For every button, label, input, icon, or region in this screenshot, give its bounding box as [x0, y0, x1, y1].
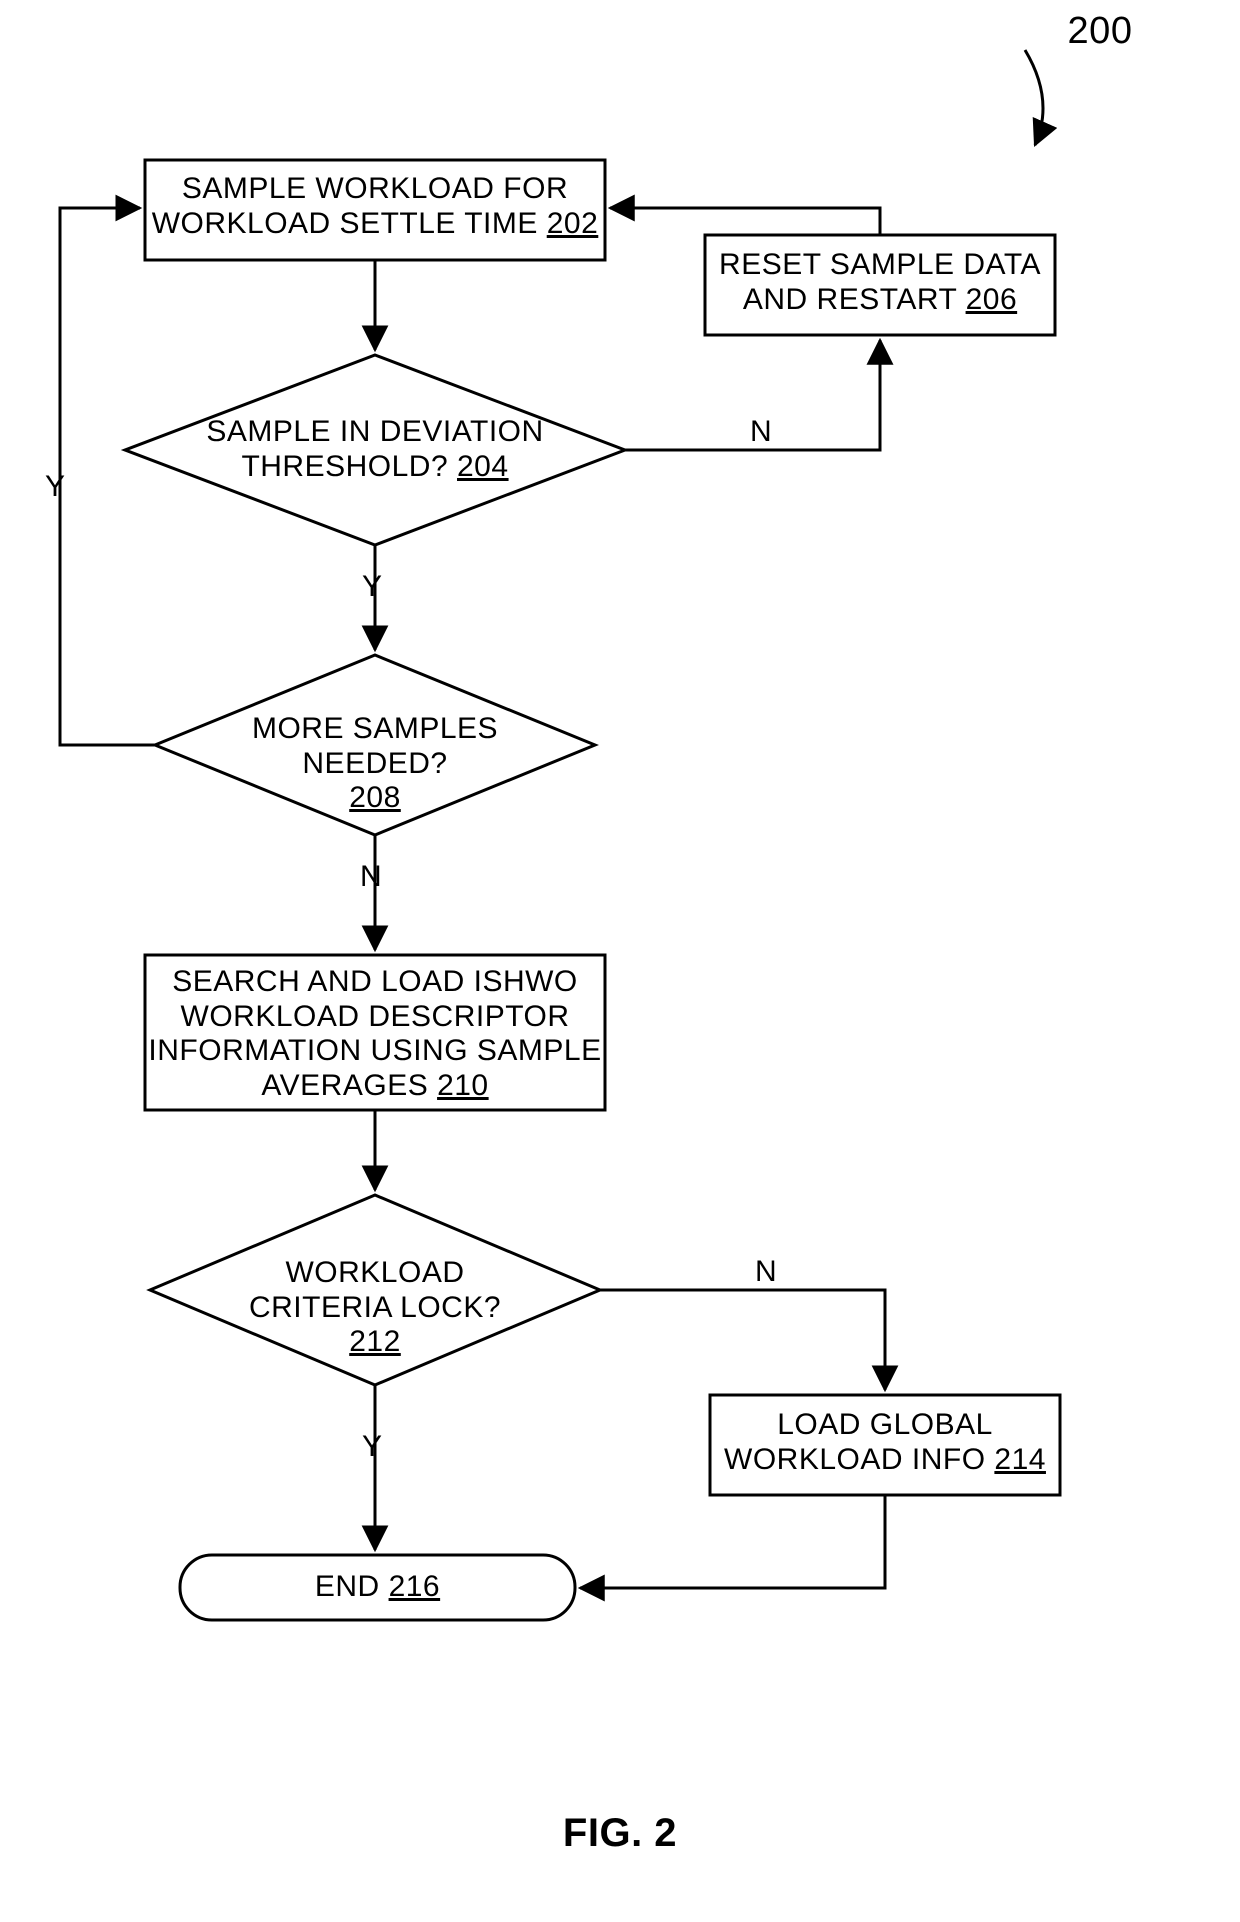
figure-caption: FIG. 2	[0, 1810, 1240, 1856]
node-216-ref: 216	[389, 1570, 441, 1603]
edge-208-yes: Y	[45, 470, 65, 504]
node-204: SAMPLE IN DEVIATION THRESHOLD? 204	[205, 415, 545, 484]
node-214-text: LOAD GLOBAL WORKLOAD INFO	[724, 1408, 993, 1476]
node-206: RESET SAMPLE DATA AND RESTART 206	[705, 248, 1055, 317]
node-202-ref: 202	[547, 207, 599, 240]
node-210: SEARCH AND LOAD ISHWO WORKLOAD DESCRIPTO…	[145, 965, 605, 1103]
node-214-ref: 214	[994, 1443, 1046, 1476]
flowchart-figure: 200 SAMPLE WORKLOAD FOR WORKLOAD SETTLE …	[0, 0, 1240, 1922]
node-204-ref: 204	[457, 450, 509, 483]
node-210-ref: 210	[437, 1069, 489, 1102]
node-202-text: SAMPLE WORKLOAD FOR WORKLOAD SETTLE TIME	[152, 172, 568, 240]
node-206-ref: 206	[966, 283, 1018, 316]
edge-204-yes: Y	[362, 570, 382, 604]
node-216: END 216	[180, 1570, 575, 1605]
node-210-text: SEARCH AND LOAD ISHWO WORKLOAD DESCRIPTO…	[148, 965, 601, 1102]
node-208-ref: 208	[349, 781, 401, 814]
edge-212-yes: Y	[362, 1430, 382, 1464]
node-212: WORKLOAD CRITERIA LOCK? 212	[225, 1256, 525, 1360]
node-202: SAMPLE WORKLOAD FOR WORKLOAD SETTLE TIME…	[145, 172, 605, 241]
node-208: MORE SAMPLES NEEDED? 208	[215, 712, 535, 816]
node-214: LOAD GLOBAL WORKLOAD INFO 214	[710, 1408, 1060, 1477]
edge-212-no: N	[755, 1255, 777, 1289]
figure-number: 200	[1040, 10, 1160, 54]
edge-208-no: N	[360, 860, 382, 894]
edge-204-no: N	[750, 415, 772, 449]
node-212-text: WORKLOAD CRITERIA LOCK?	[249, 1256, 501, 1324]
node-212-ref: 212	[349, 1325, 401, 1358]
node-216-text: END	[315, 1570, 380, 1603]
node-208-text: MORE SAMPLES NEEDED?	[252, 712, 498, 780]
